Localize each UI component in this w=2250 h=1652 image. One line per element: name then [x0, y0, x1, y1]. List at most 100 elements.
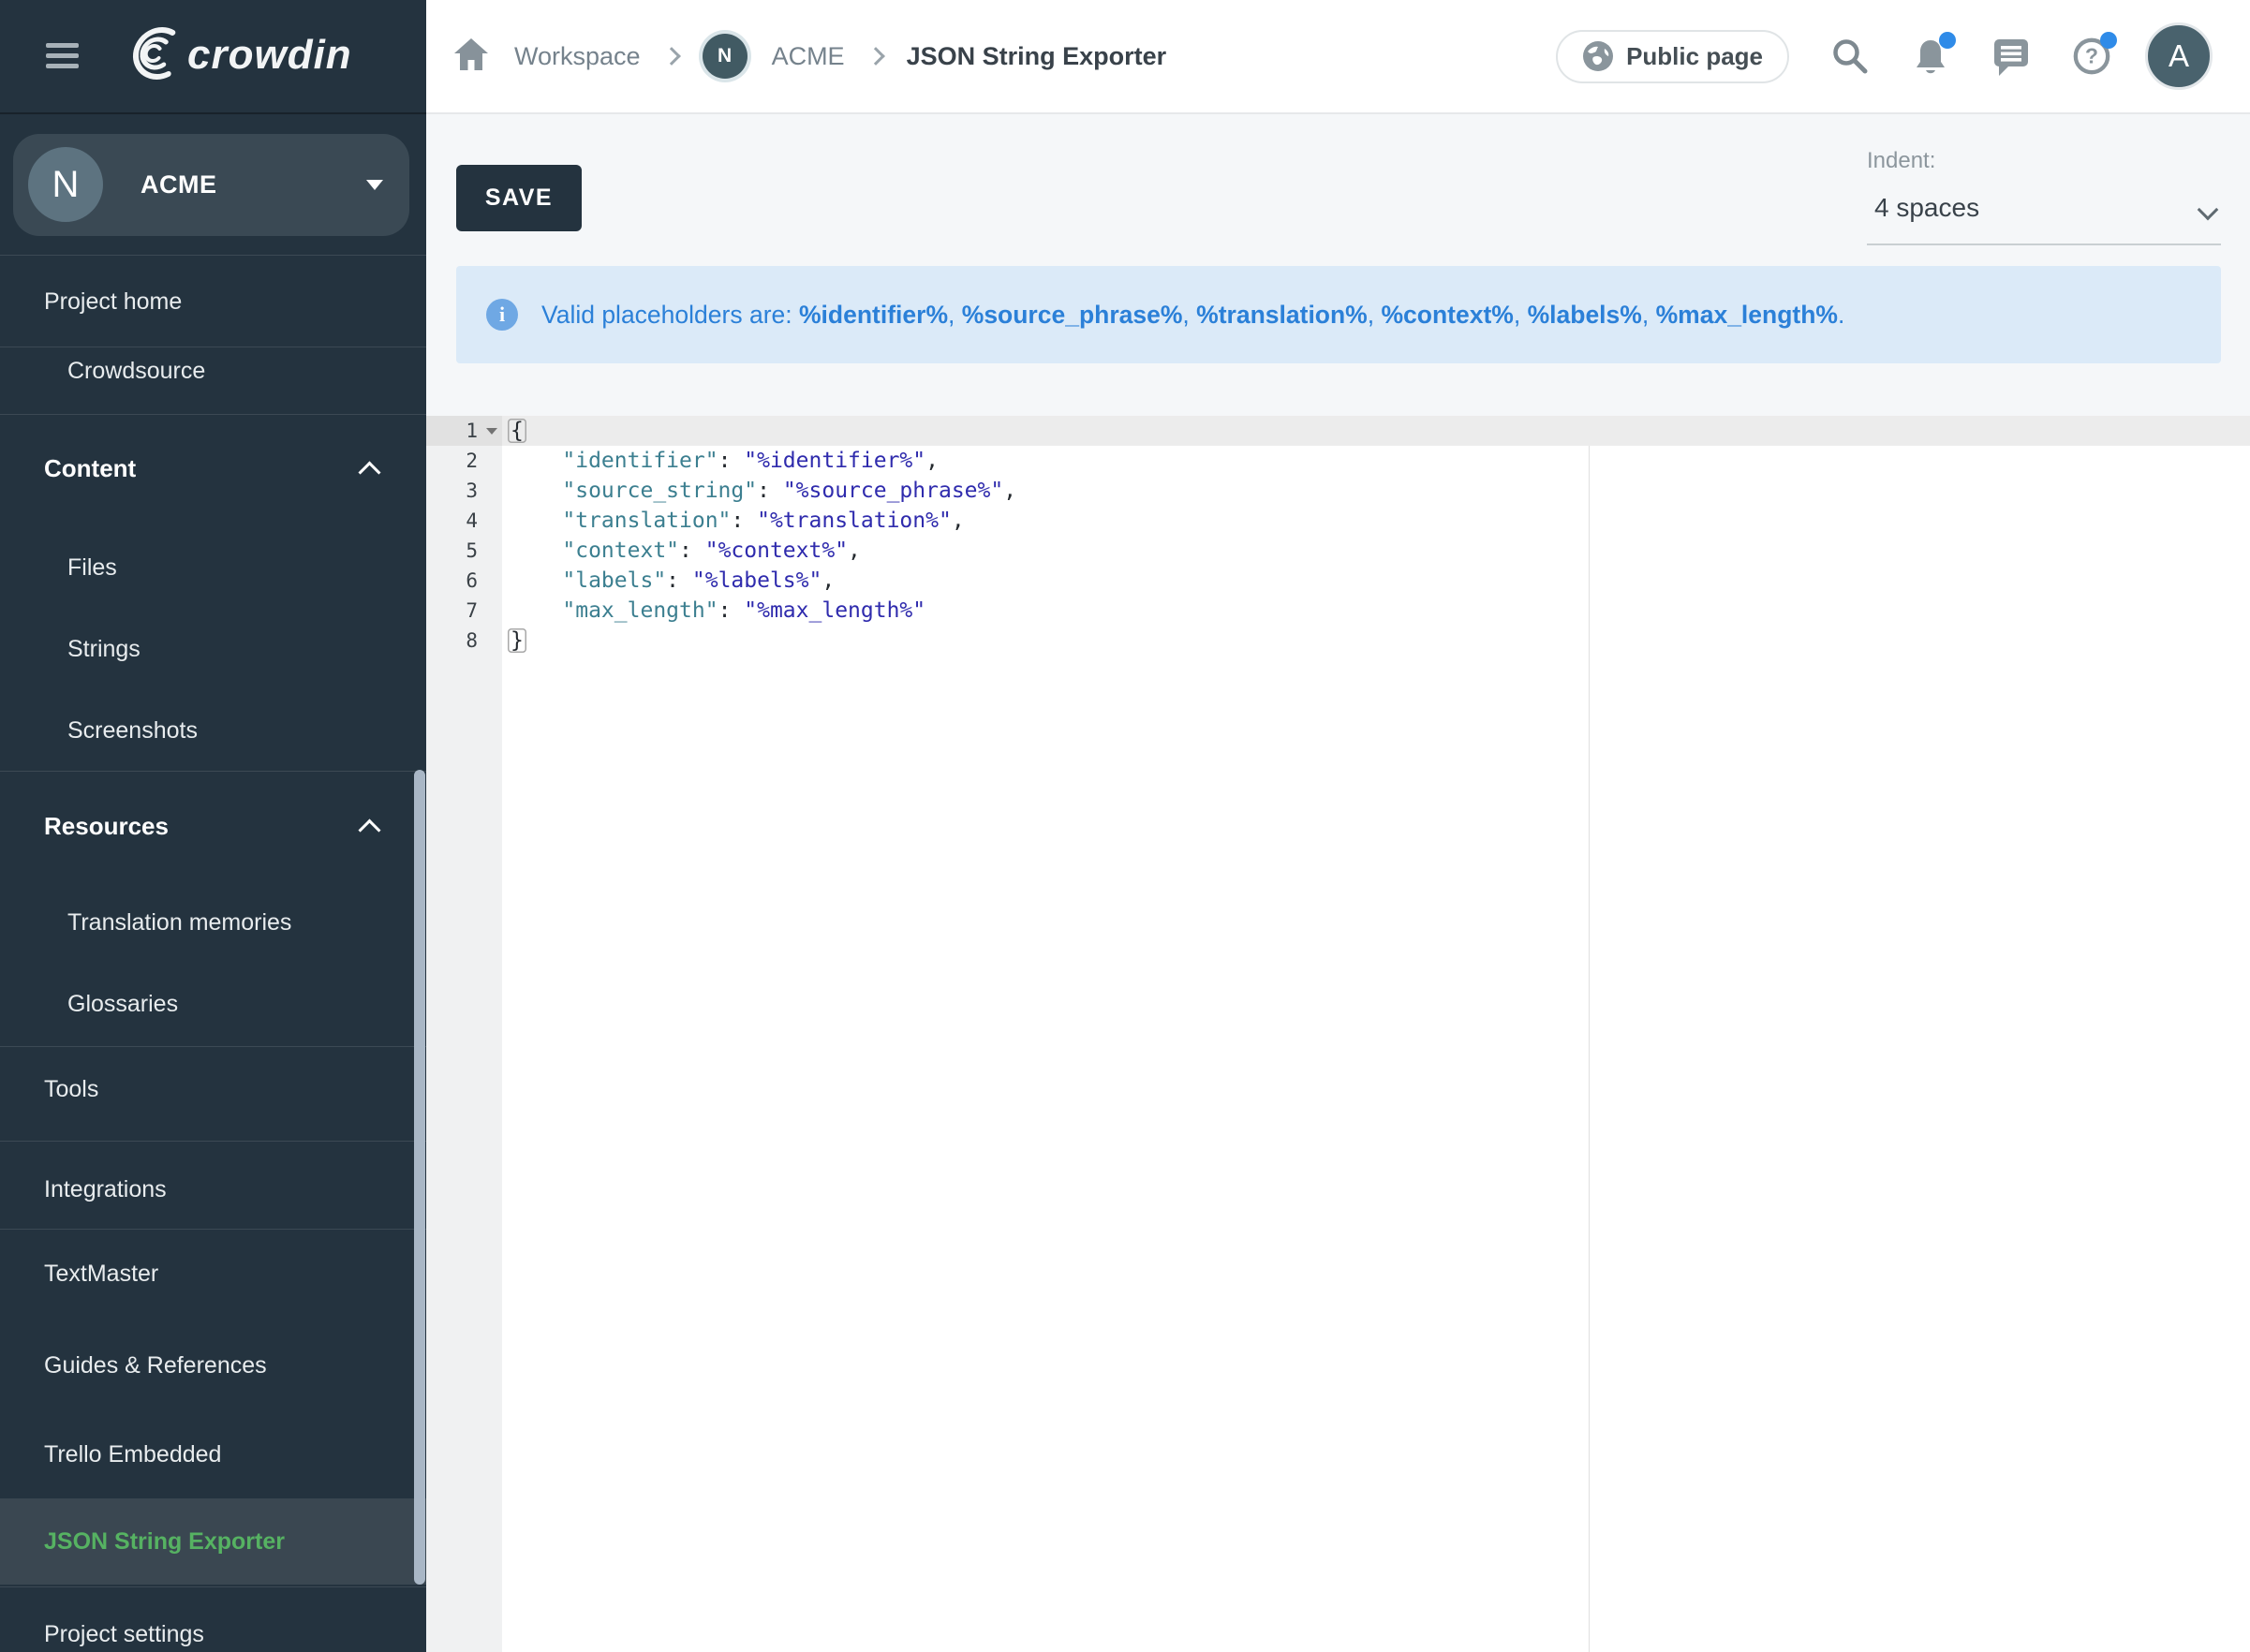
code-token: : [757, 479, 783, 503]
code-token: "context" [562, 538, 679, 563]
code-line: } [502, 626, 2250, 656]
sidebar-divider [0, 414, 426, 415]
public-page-button[interactable]: Public page [1556, 30, 1789, 83]
project-name: ACME [141, 134, 217, 236]
sidebar-item-json-string-exporter[interactable]: JSON String Exporter [44, 1515, 285, 1568]
hamburger-menu-icon[interactable] [46, 43, 79, 68]
editor-code-area[interactable]: { "identifier": "%identifier%", "source_… [502, 416, 2250, 656]
sidebar-item-guides-references[interactable]: Guides & References [44, 1339, 267, 1392]
indent-select-value: 4 spaces [1874, 193, 1979, 223]
info-banner: i Valid placeholders are: %identifier%, … [456, 266, 2221, 363]
notification-dot [2100, 32, 2117, 49]
crowdin-logo[interactable]: crowdin [111, 28, 352, 82]
sidebar-item-tools[interactable]: Tools [44, 1063, 98, 1115]
chevron-down-icon [2198, 199, 2219, 221]
indent-select[interactable]: 4 spaces [1867, 185, 2221, 245]
gutter-line-number: 5 [426, 536, 502, 566]
code-token: , [925, 449, 939, 473]
chevron-down-icon [366, 180, 383, 190]
save-button[interactable]: SAVE [456, 165, 582, 231]
code-line: "translation": "%translation%", [502, 506, 2250, 536]
code-token: "translation" [562, 509, 731, 533]
help-button[interactable]: ? [2072, 37, 2111, 76]
chevron-right-icon [662, 47, 681, 66]
code-line: "source_string": "%source_phrase%", [502, 476, 2250, 506]
code-token [511, 509, 562, 533]
gutter-line-number: 2 [426, 446, 502, 476]
sidebar-scrollbar-thumb[interactable] [414, 770, 425, 1585]
placeholder-token: %identifier% [799, 301, 948, 330]
code-token: "source_string" [562, 479, 757, 503]
crowdin-logo-text: crowdin [187, 32, 352, 79]
placeholder-token: %labels% [1528, 301, 1642, 330]
code-token: "labels" [562, 568, 666, 593]
messages-button[interactable] [1991, 37, 2031, 76]
chat-icon [1991, 36, 2031, 77]
gutter-line-number: 1 [426, 416, 502, 446]
code-token: , [952, 509, 965, 533]
chevron-up-icon [358, 819, 380, 841]
sidebar-item-screenshots[interactable]: Screenshots [67, 704, 198, 757]
code-token [511, 568, 562, 593]
code-token [511, 449, 562, 473]
sidebar-item-content[interactable]: Content [44, 442, 136, 494]
project-switcher[interactable]: N ACME [13, 134, 409, 236]
sidebar-item-files[interactable]: Files [67, 541, 117, 594]
code-token: : [679, 538, 705, 563]
breadcrumb-workspace[interactable]: Workspace [514, 42, 641, 71]
code-token: "%context%" [705, 538, 848, 563]
code-token: : [718, 449, 745, 473]
sidebar-item-strings[interactable]: Strings [67, 623, 141, 675]
crowdin-app: crowdin N ACME Project home Crowdsource Co… [0, 0, 2250, 1652]
sidebar-divider [0, 771, 426, 772]
code-token: "%source_phrase%" [783, 479, 1003, 503]
code-line: { [502, 416, 2250, 446]
code-line: "labels": "%labels%", [502, 566, 2250, 596]
sidebar-divider [0, 1046, 426, 1047]
code-token: "%translation%" [757, 509, 952, 533]
breadcrumb: Workspace N ACME JSON String Exporter [452, 0, 1166, 112]
sidebar-divider [0, 255, 426, 256]
sidebar-item-resources[interactable]: Resources [44, 800, 169, 852]
breadcrumb-project-badge[interactable]: N [703, 34, 748, 79]
breadcrumb-project[interactable]: ACME [772, 42, 845, 71]
code-token [511, 479, 562, 503]
user-avatar[interactable]: A [2145, 22, 2213, 90]
sidebar-item-integrations[interactable]: Integrations [44, 1163, 167, 1216]
sidebar-item-textmaster[interactable]: TextMaster [44, 1247, 158, 1300]
search-button[interactable] [1830, 37, 1870, 76]
placeholder-token: %context% [1381, 301, 1513, 330]
svg-text:?: ? [2085, 44, 2098, 68]
indent-label: Indent: [1867, 148, 1935, 174]
code-token: : [718, 598, 745, 623]
top-header: Workspace N ACME JSON String Exporter Pu… [426, 0, 2250, 114]
code-token: "%labels%" [692, 568, 822, 593]
sidebar-item-translation-memories[interactable]: Translation memories [67, 896, 291, 949]
code-token: , [848, 538, 861, 563]
sidebar-divider [0, 1141, 426, 1142]
sidebar-item-crowdsource[interactable]: Crowdsource [67, 345, 205, 397]
code-token: "max_length" [562, 598, 718, 623]
sidebar-item-glossaries[interactable]: Glossaries [67, 978, 178, 1030]
code-line: "context": "%context%", [502, 536, 2250, 566]
placeholder-token: %max_length% [1656, 301, 1838, 330]
gutter-line-number: 8 [426, 626, 502, 656]
search-icon [1830, 37, 1870, 76]
code-editor[interactable]: 12345678 { "identifier": "%identifier%",… [426, 416, 2250, 1652]
sidebar-item-project-home[interactable]: Project home [44, 275, 182, 328]
code-token: "identifier" [562, 449, 718, 473]
sidebar-item-trello-embedded[interactable]: Trello Embedded [44, 1428, 221, 1481]
placeholder-token: %source_phrase% [962, 301, 1183, 330]
code-token: "%max_length%" [744, 598, 925, 623]
info-banner-text: Valid placeholders are: %identifier%, %s… [541, 266, 1844, 363]
home-icon[interactable] [452, 37, 490, 77]
notifications-button[interactable] [1911, 37, 1950, 76]
code-token: } [508, 628, 526, 653]
fold-toggle-icon[interactable] [486, 428, 497, 435]
gutter-line-number: 6 [426, 566, 502, 596]
sidebar-header: crowdin [0, 0, 426, 114]
info-icon: i [486, 299, 518, 331]
sidebar-item-project-settings[interactable]: Project settings [44, 1608, 204, 1652]
breadcrumb-current-page: JSON String Exporter [907, 42, 1167, 71]
project-avatar: N [28, 147, 103, 222]
